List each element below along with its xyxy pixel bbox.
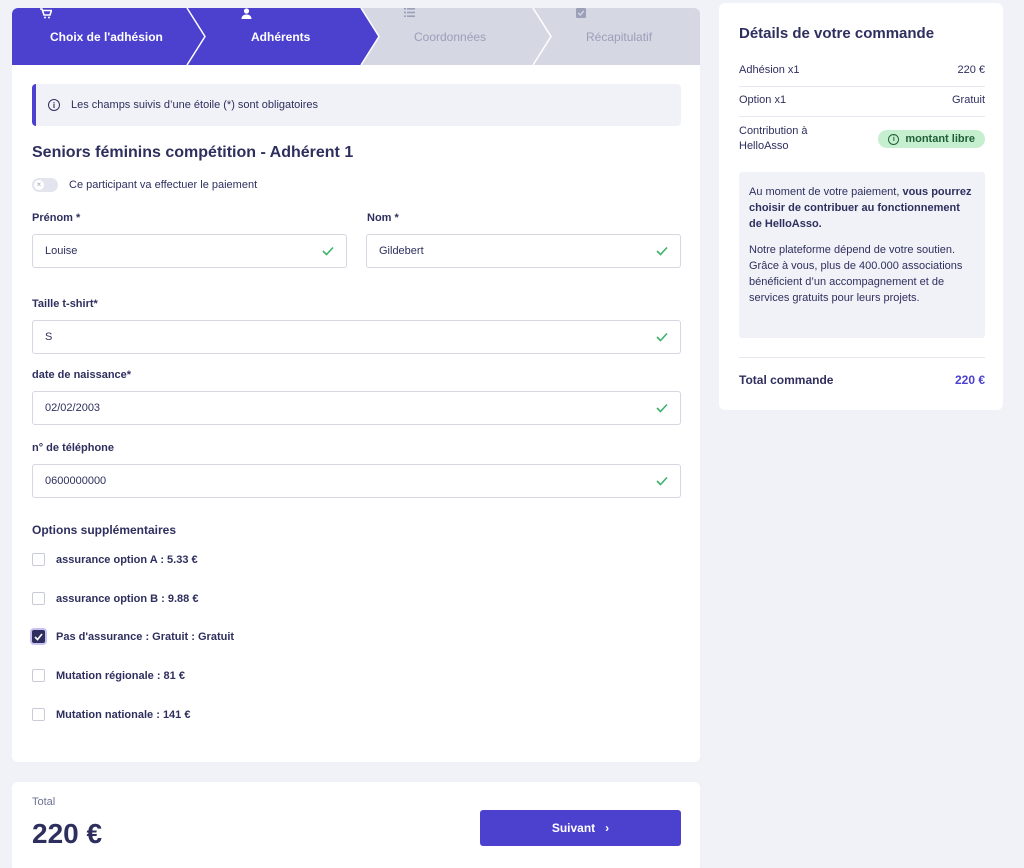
info-icon: i	[48, 99, 60, 111]
step-label: Choix de l'adhésion	[50, 29, 163, 44]
order-row-option: Option x1 Gratuit	[739, 94, 985, 106]
divider	[739, 86, 985, 87]
telephone-value: 0600000000	[45, 475, 107, 487]
check-icon	[34, 632, 43, 641]
order-row-adhesion: Adhésion x1 220 €	[739, 64, 985, 76]
option-label: assurance option A : 5.33 €	[56, 553, 198, 566]
option-label: Mutation nationale : 141 €	[56, 708, 191, 721]
option-pas-assurance[interactable]: Pas d'assurance : Gratuit : Gratuit	[32, 630, 234, 643]
option-label: Pas d'assurance : Gratuit : Gratuit	[56, 630, 235, 643]
order-row-label: Option x1	[739, 94, 787, 106]
step-recapitulatif[interactable]: Récapitulatif	[576, 8, 652, 65]
order-row-value: 220 €	[957, 64, 985, 76]
payer-toggle-row: × Ce participant va effectuer le paiemen…	[32, 178, 257, 192]
telephone-field[interactable]: 0600000000	[32, 464, 681, 498]
order-total-row: Total commande 220 €	[739, 373, 985, 387]
nom-value: Gildebert	[379, 245, 424, 257]
step-label: Coordonnées	[414, 29, 487, 44]
telephone-label: n° de téléphone	[32, 442, 115, 454]
option-mutation-regionale[interactable]: Mutation régionale : 81 €	[32, 669, 185, 682]
info-icon: i	[888, 133, 900, 145]
next-button-label: Suivant	[551, 821, 596, 835]
naissance-value: 02/02/2003	[45, 402, 101, 414]
option-label: assurance option B : 9.88 €	[56, 592, 199, 605]
nom-label: Nom *	[367, 212, 399, 224]
option-checkbox[interactable]	[32, 592, 45, 605]
step-label: Adhérents	[251, 29, 311, 44]
divider	[739, 116, 985, 117]
montant-libre-pill[interactable]: i montant libre	[878, 130, 985, 148]
box-text-prefix: Au moment de votre paiement,	[749, 186, 903, 198]
next-button[interactable]: Suivant ›	[480, 810, 681, 846]
required-fields-notice: i Les champs suivis d’une étoile (*) son…	[32, 84, 681, 126]
check-icon	[656, 332, 668, 342]
option-checkbox[interactable]	[32, 553, 45, 566]
prenom-value: Louise	[45, 245, 78, 257]
order-row-contribution: Contribution à HelloAsso i montant libre	[739, 124, 985, 154]
option-mutation-nationale[interactable]: Mutation nationale : 141 €	[32, 708, 190, 721]
order-summary-card: Détails de votre commande Adhésion x1 22…	[719, 3, 1003, 410]
contribution-info-box: Au moment de votre paiement, vous pourre…	[739, 172, 985, 338]
option-checkbox[interactable]	[32, 630, 45, 643]
check-icon	[656, 403, 668, 413]
option-checkbox[interactable]	[32, 669, 45, 682]
main-form-card: Choix de l'adhésion Adhérents Coordonnée…	[12, 8, 700, 762]
naissance-field[interactable]: 02/02/2003	[32, 391, 681, 425]
step-adherents[interactable]: Adhérents	[241, 8, 310, 65]
taille-field[interactable]: S	[32, 320, 681, 354]
order-summary-title: Détails de votre commande	[739, 25, 935, 42]
order-row-label: Adhésion x1	[739, 64, 800, 76]
naissance-label: date de naissance*	[32, 369, 132, 381]
check-icon	[656, 246, 668, 256]
total-label: Total	[32, 796, 56, 808]
taille-label: Taille t-shirt*	[32, 298, 98, 310]
option-assurance-b[interactable]: assurance option B : 9.88 €	[32, 592, 198, 605]
chevron-right-icon: ›	[605, 821, 610, 835]
order-row-value: Gratuit	[951, 94, 985, 106]
divider	[739, 357, 985, 358]
option-assurance-a[interactable]: assurance option A : 5.33 €	[32, 553, 198, 566]
payer-toggle-label: Ce participant va effectuer le paiement	[69, 179, 258, 191]
prenom-field[interactable]: Louise	[32, 234, 347, 268]
step-label: Récapitulatif	[586, 29, 653, 44]
order-total-value: 220 €	[954, 373, 985, 387]
total-amount: 220 €	[32, 818, 103, 849]
total-footer-card: Total 220 € Suivant ›	[12, 782, 700, 868]
pill-label: montant libre	[905, 133, 975, 145]
taille-value: S	[45, 331, 53, 343]
option-label: Mutation régionale : 81 €	[56, 669, 185, 682]
prenom-label: Prénom *	[32, 212, 81, 224]
notice-text: Les champs suivis d’une étoile (*) sont …	[71, 99, 319, 111]
contribution-label: Contribution à HelloAsso	[739, 125, 808, 152]
payer-toggle[interactable]: ×	[32, 178, 58, 192]
option-checkbox[interactable]	[32, 708, 45, 721]
box-text-support: Notre plateforme dépend de votre soutien…	[749, 244, 963, 304]
stepper: Choix de l'adhésion Adhérents Coordonnée…	[12, 8, 700, 65]
close-icon: ×	[34, 180, 44, 190]
order-total-label: Total commande	[739, 373, 834, 387]
step-choix-adhesion[interactable]: Choix de l'adhésion	[40, 8, 163, 65]
check-icon	[322, 246, 334, 256]
nom-field[interactable]: Gildebert	[366, 234, 681, 268]
check-icon	[656, 476, 668, 486]
step-coordonnees[interactable]: Coordonnées	[404, 8, 486, 65]
section-title: Seniors féminins compétition - Adhérent …	[32, 144, 354, 161]
options-title: Options supplémentaires	[32, 523, 177, 537]
